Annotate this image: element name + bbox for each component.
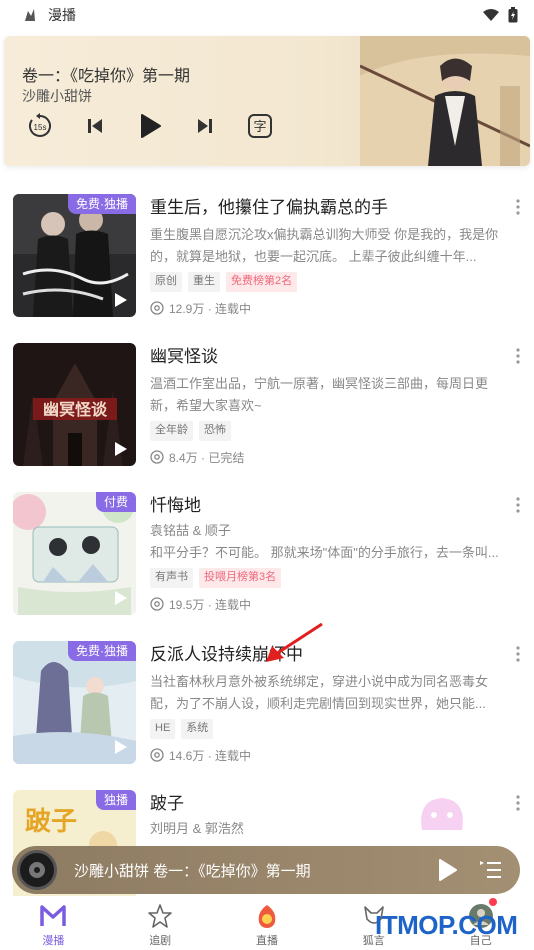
tag[interactable]: 全年龄: [150, 421, 193, 441]
tab-label: 追剧: [149, 935, 172, 947]
more-options-icon[interactable]: [512, 198, 524, 216]
play-button[interactable]: [136, 112, 164, 140]
mini-player-disc[interactable]: [17, 850, 57, 890]
mini-play-icon[interactable]: [434, 857, 460, 883]
item-stats: 19.5万 · 连载中: [150, 596, 500, 612]
more-options-icon[interactable]: [512, 347, 524, 365]
next-button[interactable]: [191, 112, 219, 140]
play-count: 8.4万 · 已完结: [169, 450, 245, 465]
tab-live[interactable]: 直播: [214, 896, 321, 950]
tab-manbo[interactable]: 漫播: [0, 896, 107, 950]
ranking-tag[interactable]: 投喂月榜第3名: [199, 568, 282, 588]
play-count: 14.6万 · 连载中: [169, 748, 252, 763]
svg-text:跛子: 跛子: [25, 807, 77, 837]
item-info: 忏悔地 袁铭喆 & 顺子 和平分手？不可能。 那就来场"体面"的分手旅行，去一条…: [150, 494, 500, 612]
cover-image[interactable]: 幽冥怪谈: [13, 343, 136, 466]
pointer-arrow-icon: [266, 622, 323, 662]
more-options-icon[interactable]: [512, 794, 524, 812]
list-item[interactable]: 付费 忏悔地 袁铭喆 & 顺子 和平分手？不可能。 那就来场"体面"的分手旅行，…: [0, 474, 534, 615]
svg-text:幽冥怪谈: 幽冥怪谈: [43, 400, 108, 419]
more-options-icon[interactable]: [512, 496, 524, 514]
mini-player-bar[interactable]: 沙雕小甜饼 卷一：《吃掉你》第一期: [12, 846, 520, 894]
character-artwork: [360, 36, 530, 166]
item-title: 重生后，他攥住了偏执霸总的手: [150, 198, 388, 217]
tag[interactable]: HE: [150, 719, 176, 739]
eye-icon: [150, 450, 164, 464]
item-stats: 12.9万 · 连载中: [150, 300, 500, 316]
tab-label: 漫播: [42, 935, 65, 947]
item-stats: 8.4万 · 已完结: [150, 449, 500, 465]
play-icon: [115, 591, 127, 605]
watermark: ITMOP.COM: [375, 910, 518, 940]
star-icon: [146, 902, 174, 930]
eye-icon: [150, 597, 164, 611]
tag[interactable]: 系统: [181, 719, 214, 739]
live-icon: [253, 902, 281, 930]
svg-text:15s: 15s: [34, 123, 47, 132]
item-description: 温酒工作室出品，宁航一原著，幽冥怪谈三部曲，每周日更新，希望大家喜欢~: [150, 376, 489, 413]
now-playing-author: 沙雕小甜饼: [22, 88, 92, 104]
item-description: 重生腹黑自愿沉沦攻x偏执霸总训狗大师受 你是我的，我是你的，就算是地狱，也要一起…: [150, 227, 499, 264]
item-title: 幽冥怪谈: [150, 347, 218, 366]
rewind-15s-button[interactable]: 15s: [26, 112, 54, 140]
item-cast: 袁铭喆 & 顺子: [150, 523, 231, 538]
play-icon: [141, 114, 161, 138]
tag[interactable]: 原创: [150, 272, 182, 292]
svg-text:字: 字: [253, 120, 266, 135]
tag[interactable]: 有声书: [150, 568, 193, 588]
eye-icon: [150, 301, 164, 315]
list-item[interactable]: 幽冥怪谈 幽冥怪谈 温酒工作室出品，宁航一原著，幽冥怪谈三部曲，每周日更新，希望…: [0, 325, 534, 466]
cover-image[interactable]: 付费: [13, 492, 136, 615]
wifi-icon: [483, 9, 499, 21]
tag[interactable]: 重生: [188, 272, 220, 292]
status-app-name: 漫播: [48, 7, 76, 23]
item-stats: 14.6万 · 连载中: [150, 747, 500, 763]
item-tags: HE 系统: [150, 719, 500, 739]
tag[interactable]: 恐怖: [199, 421, 231, 441]
item-info: 重生后，他攥住了偏执霸总的手 重生腹黑自愿沉沦攻x偏执霸总训狗大师受 你是我的，…: [150, 196, 500, 316]
item-description: 当社畜林秋月意外被系统绑定，穿进小说中成为同名恶毒女配，为了不崩人设，顺利走完剧…: [150, 674, 489, 711]
play-icon: [115, 293, 127, 307]
floating-mascot-icon[interactable]: [412, 790, 472, 840]
ranking-tag[interactable]: 免费榜第2名: [226, 272, 298, 292]
playlist-icon[interactable]: [478, 857, 504, 883]
player-controls: 15s 字: [26, 112, 274, 140]
manbo-logo-icon: [39, 902, 67, 930]
status-bar: 漫播: [0, 0, 534, 30]
cover-image[interactable]: 免费·独播: [13, 641, 136, 764]
mini-player-title: 沙雕小甜饼 卷一：《吃掉你》第一期: [74, 862, 311, 880]
item-title: 忏悔地: [150, 496, 201, 515]
play-count: 19.5万 · 连载中: [169, 597, 252, 612]
eye-icon: [150, 748, 164, 762]
item-tags: 全年龄 恐怖: [150, 421, 500, 441]
cover-badge: 独播: [95, 790, 136, 810]
play-icon: [115, 740, 127, 754]
item-tags: 原创 重生 免费榜第2名: [150, 272, 500, 292]
subtitle-icon: 字: [248, 114, 272, 138]
tab-label: 直播: [255, 935, 278, 947]
play-icon: [115, 442, 127, 456]
rewind-15s-icon: 15s: [29, 113, 51, 137]
item-description: 和平分手？不可能。 那就来场"体面"的分手旅行，去一条叫...: [150, 545, 499, 560]
cover-badge: 付费: [95, 492, 136, 512]
skip-next-icon: [198, 119, 212, 133]
more-options-icon[interactable]: [512, 645, 524, 663]
notification-dot: [489, 898, 498, 906]
skip-previous-icon: [88, 119, 102, 133]
battery-icon: [508, 7, 518, 23]
disc-icon: [29, 862, 45, 878]
now-playing-card[interactable]: 卷一：《吃掉你》第一期 沙雕小甜饼 15s 字: [4, 36, 530, 166]
cover-image[interactable]: 免费·独播: [13, 194, 136, 317]
cover-badge: 免费·独播: [68, 194, 136, 214]
cover-badge: 免费·独播: [68, 641, 136, 661]
tab-follow[interactable]: 追剧: [107, 896, 214, 950]
app-logo-icon: [25, 9, 35, 21]
list-item[interactable]: 免费·独播 重生后，他攥住了偏执霸总的手 重生腹黑自愿沉沦攻x偏执霸总训狗大师受…: [0, 176, 534, 317]
play-count: 12.9万 · 连载中: [169, 301, 252, 316]
item-info: 幽冥怪谈 温酒工作室出品，宁航一原著，幽冥怪谈三部曲，每周日更新，希望大家喜欢~…: [150, 345, 500, 465]
now-playing-title: 卷一：《吃掉你》第一期: [22, 68, 191, 85]
previous-button[interactable]: [81, 112, 109, 140]
subtitle-button[interactable]: 字: [246, 112, 274, 140]
item-tags: 有声书 投喂月榜第3名: [150, 568, 500, 588]
